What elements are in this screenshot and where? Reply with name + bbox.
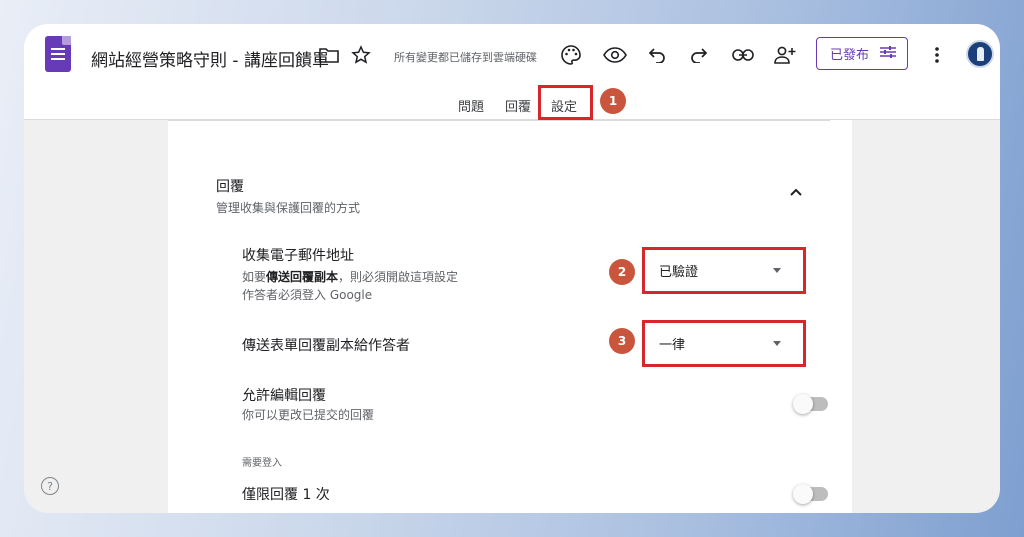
step-badge-2: 2	[609, 259, 635, 285]
more-vert-icon[interactable]	[925, 43, 949, 67]
add-collaborator-icon[interactable]	[773, 43, 797, 67]
redo-icon[interactable]	[687, 43, 711, 67]
settings-tab-highlight	[538, 85, 593, 120]
folder-icon[interactable]	[317, 43, 341, 67]
undo-icon[interactable]	[645, 43, 669, 67]
send-copy-highlight	[642, 320, 806, 367]
login-group-label: 需要登入	[242, 458, 282, 469]
limit-one-toggle[interactable]	[793, 484, 828, 504]
step-badge-1: 1	[600, 88, 626, 114]
limit-one-title: 僅限回覆 1 次	[242, 487, 330, 503]
collect-email-highlight	[642, 247, 806, 294]
published-button[interactable]: 已發布	[816, 37, 908, 70]
step-badge-3: 3	[609, 328, 635, 354]
toggle-knob	[793, 394, 813, 414]
collect-email-desc-line2: 作答者必須登入 Google	[242, 288, 373, 302]
help-icon[interactable]: ?	[41, 477, 59, 495]
chevron-up-icon[interactable]	[788, 184, 804, 200]
section-subtitle: 管理收集與保護回覆的方式	[216, 201, 361, 215]
section-title: 回覆	[216, 179, 244, 195]
tab-bar: 問題 回覆 設定	[24, 94, 1000, 120]
allow-edit-desc: 你可以更改已提交的回覆	[242, 408, 375, 422]
link-icon[interactable]	[731, 43, 755, 67]
published-label: 已發布	[830, 48, 870, 63]
document-title[interactable]: 網站經營策略守則 - 講座回饋單	[91, 46, 329, 71]
tab-questions[interactable]: 問題	[458, 96, 484, 115]
send-copy-title: 傳送表單回覆副本給作答者	[242, 338, 410, 354]
top-bar: 網站經營策略守則 - 講座回饋單 所有變更都已儲存到雲端硬碟 已發布 問題 回覆…	[24, 24, 1000, 120]
tab-responses[interactable]: 回覆	[505, 96, 531, 115]
save-status-text: 所有變更都已儲存到雲端硬碟	[394, 51, 537, 64]
collect-email-title: 收集電子郵件地址	[242, 248, 354, 264]
toggle-knob	[793, 484, 813, 504]
tune-icon	[879, 45, 897, 63]
star-icon[interactable]	[349, 43, 373, 67]
collect-email-desc: 如要傳送回覆副本，則必須開啟這項設定	[242, 270, 459, 284]
palette-icon[interactable]	[559, 43, 583, 67]
account-avatar[interactable]	[966, 40, 994, 68]
responses-settings-card: 回覆 管理收集與保護回覆的方式 收集電子郵件地址 如要傳送回覆副本，則必須開啟這…	[168, 120, 852, 513]
divider	[168, 120, 830, 121]
forms-logo-icon[interactable]	[45, 36, 71, 72]
allow-edit-title: 允許編輯回覆	[242, 388, 326, 404]
allow-edit-toggle[interactable]	[793, 394, 828, 414]
preview-eye-icon[interactable]	[603, 43, 627, 67]
app-window: 網站經營策略守則 - 講座回饋單 所有變更都已儲存到雲端硬碟 已發布 問題 回覆…	[24, 24, 1000, 513]
